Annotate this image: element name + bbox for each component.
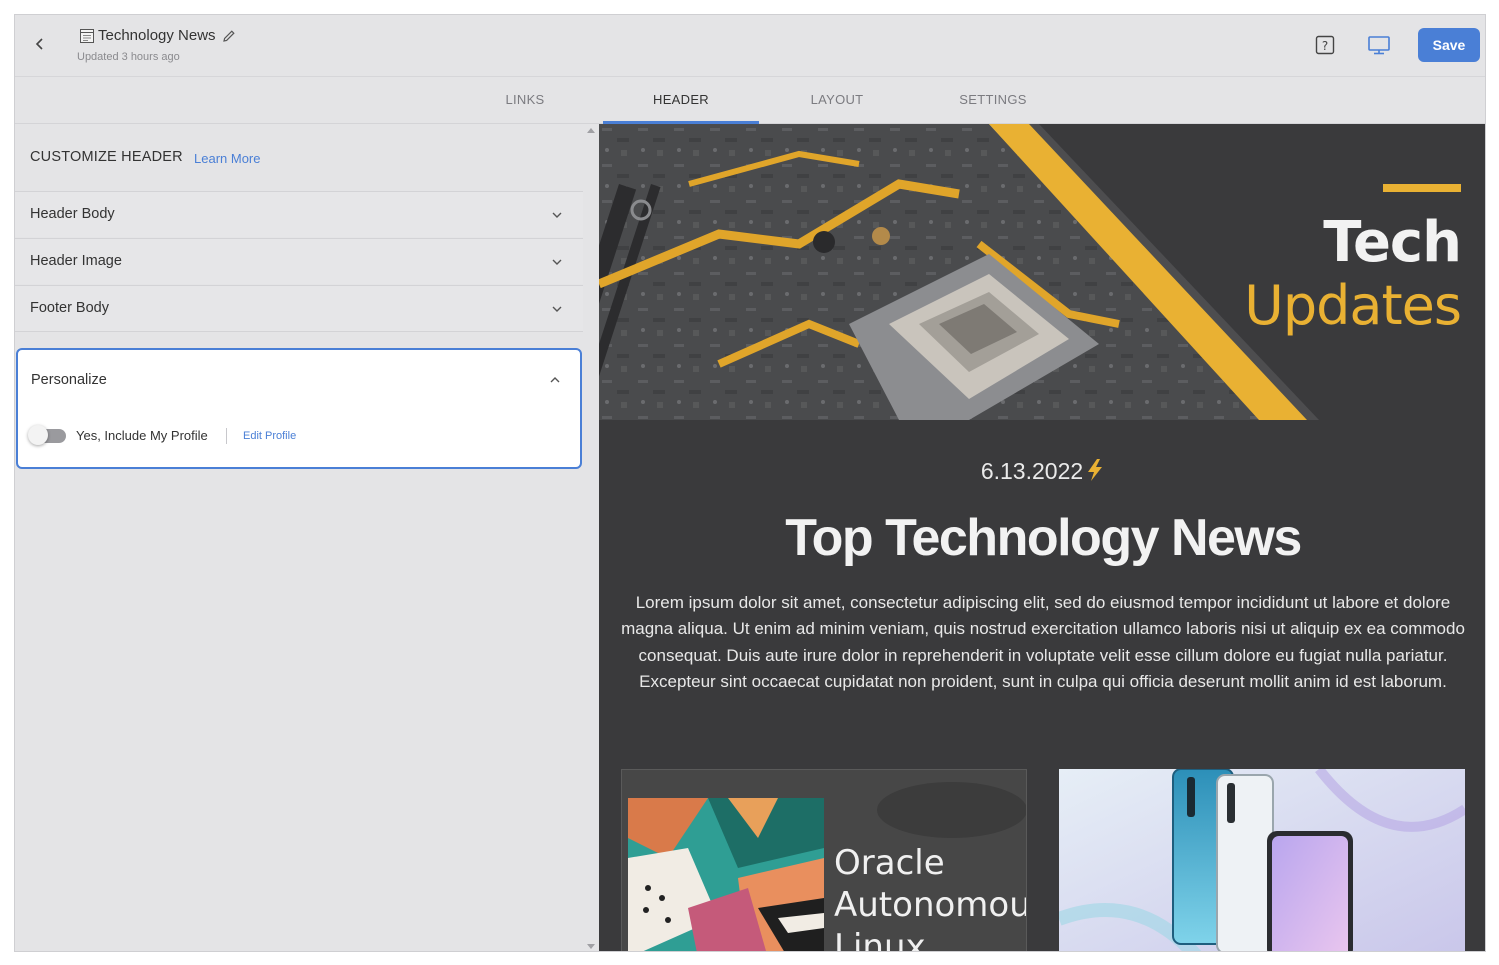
card-title: Oracle Autonomous Linux [834,843,1026,952]
scroll-up-arrow[interactable] [587,128,595,133]
tab-links[interactable]: LINKS [469,77,581,124]
separator [226,428,227,444]
top-bar: Technology News Updated 3 hours ago ? Sa… [15,15,1485,77]
include-profile-toggle[interactable] [28,425,66,445]
accordion-footer-body[interactable]: Footer Body [15,285,583,331]
chevron-up-icon[interactable] [549,374,561,386]
include-profile-label: Yes, Include My Profile [76,428,208,443]
save-button[interactable]: Save [1418,28,1480,62]
pencil-icon[interactable] [222,29,236,43]
divider [15,331,583,332]
article-card-oracle[interactable]: Oracle Autonomous Linux [621,769,1027,952]
last-updated: Updated 3 hours ago [77,51,180,63]
learn-more-link[interactable]: Learn More [194,151,260,166]
tab-settings[interactable]: SETTINGS [937,77,1049,124]
hero-title-updates: Updates [1244,274,1462,337]
hero-accent-bar [1383,184,1461,192]
preview-scrollbar[interactable] [583,124,599,951]
tab-layout[interactable]: LAYOUT [781,77,893,124]
help-icon[interactable]: ? [1314,34,1336,56]
lightning-icon [1088,459,1103,481]
issue-date: 6.13.2022 [599,458,1485,485]
accordion-header-body[interactable]: Header Body [15,191,583,237]
toggle-knob [28,425,48,445]
edit-profile-link[interactable]: Edit Profile [243,430,296,442]
newsletter-preview: Tech Updates 6.13.2022 Top Technology Ne… [599,124,1485,952]
scroll-down-arrow[interactable] [587,944,595,949]
chevron-down-icon [552,212,562,218]
newsletter-icon [80,29,94,43]
svg-text:?: ? [1322,39,1328,53]
accordion-label: Header Image [30,253,122,269]
app-window: Technology News Updated 3 hours ago ? Sa… [14,14,1486,952]
desktop-preview-icon[interactable] [1367,34,1391,56]
accordion-personalize: Personalize Yes, Include My Profile Edit… [16,348,582,469]
accordion-label: Header Body [30,206,115,222]
chevron-down-icon [552,259,562,265]
back-arrow-icon[interactable] [29,33,51,55]
tab-bar: LINKS HEADER LAYOUT SETTINGS [15,77,1485,124]
issue-date-text: 6.13.2022 [980,458,1084,484]
accordion-header-image[interactable]: Header Image [15,238,583,284]
customize-panel: CUSTOMIZE HEADER Learn More Header Body … [15,124,583,951]
chevron-down-icon [552,306,562,312]
hero-title-tech: Tech [1323,210,1462,275]
accordion-label: Footer Body [30,300,109,316]
tab-header[interactable]: HEADER [603,77,759,124]
panel-title: CUSTOMIZE HEADER [30,149,183,165]
document-title: Technology News [98,27,216,44]
article-card-phone[interactable] [1059,769,1465,951]
headline: Top Technology News [785,509,1302,567]
personalize-title: Personalize [31,372,107,388]
smartphones-image [1059,769,1465,951]
intro-paragraph: Lorem ipsum dolor sit amet, consectetur … [621,593,1465,691]
